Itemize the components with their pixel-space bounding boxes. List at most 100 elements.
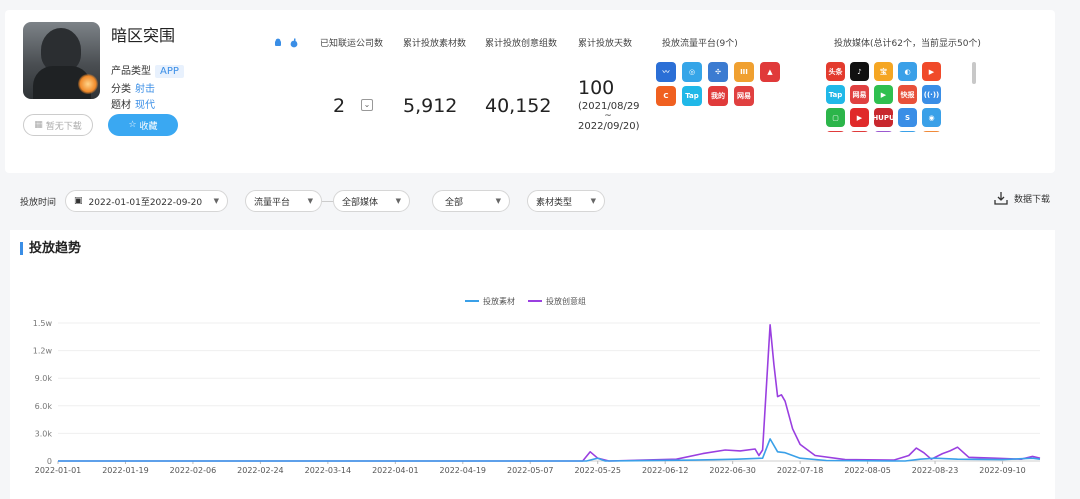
x-tick-label: 2022-02-06 [170,466,217,475]
media-18-icon[interactable] [874,131,893,132]
days-range: (2021/08/29 ~ 2022/09/20) [578,100,640,133]
no-download-button[interactable]: ▦ 暂无下载 [23,114,93,136]
media-12-icon[interactable]: ▶ [850,108,869,127]
x-tick-label: 2022-05-25 [574,466,621,475]
chevron-down-icon: ▼ [495,197,501,205]
y-tick-label: 0 [47,457,52,466]
favorite-button[interactable]: ☆ 收藏 [108,114,178,136]
all-select[interactable]: 全部 ▼ [432,190,510,212]
y-tick-label: 6.0k [35,402,53,411]
media-20-icon[interactable] [922,131,941,132]
date-range-picker[interactable]: ▣ 2022-01-01至2022-09-20 ▼ [65,190,228,212]
x-tick-label: 2022-07-18 [777,466,824,475]
material-count-value: 5,912 [403,95,458,117]
x-tick-label: 2022-03-14 [305,466,352,475]
taptap-icon[interactable]: Tap [826,85,845,104]
partner-count-value: 2 [333,95,346,117]
days-range-sep: ~ [604,111,612,121]
platform-count-label: 投放流量平台(9个) [662,39,738,49]
date-range-value: 2022-01-01至2022-09-20 [88,197,203,208]
days-value: 100 [578,77,615,99]
favorite-label: 收藏 [139,121,158,132]
data-download-button[interactable]: 数据下载 [993,190,1050,206]
series-line [58,324,1041,462]
chevron-down-icon: ▼ [307,197,313,205]
media-19-icon[interactable] [898,131,917,132]
legend-label: 投放素材 [483,296,515,306]
qr-icon: ▦ [34,120,43,130]
media-select-value: 全部媒体 [342,197,379,208]
series-line [58,438,1041,462]
material-count-label: 累计投放素材数 [403,39,467,49]
app-category-value[interactable]: 射击 [135,84,155,95]
media-select[interactable]: 全部媒体 ▼ [333,190,410,212]
y-tick-label: 1.5w [33,319,53,328]
app-name: 暗区突围 [111,26,176,45]
creative-count-label: 累计投放创意组数 [485,39,558,49]
toutiao-icon[interactable]: 头条 [826,62,845,81]
x-tick-label: 2022-04-19 [440,466,487,475]
media-11-icon[interactable]: ▢ [826,108,845,127]
platform-select-value: 流量平台 [254,197,291,208]
media-scrollbar[interactable] [972,62,976,84]
douyin-icon[interactable]: ♪ [850,62,869,81]
platform-7-icon[interactable]: Tap [682,86,702,106]
app-category-row: 分类 射击 [111,80,155,95]
media-10-icon[interactable]: ((·)) [922,85,941,104]
media-icon-grid: 头条 ♪ 宝 ◐ ▶ Tap 网易 ▶ 快报 ((·)) ▢ ▶ HUPU S ◉ [826,62,950,132]
media-count-label: 投放媒体(总计62个，当前显示50个) [834,39,981,49]
x-tick-label: 2022-01-19 [102,466,149,475]
legend-label: 投放创意组 [546,296,586,306]
star-icon: ☆ [128,120,137,130]
app-theme-label: 题材 [111,100,131,111]
media-17-icon[interactable] [850,131,869,132]
apple-icon [290,38,298,48]
chevron-down-icon: ▼ [213,197,219,205]
media-14-icon[interactable]: S [898,108,917,127]
download-icon [994,192,1008,205]
media-8-icon[interactable]: ▶ [874,85,893,104]
x-tick-label: 2022-01-01 [35,466,82,475]
media-15-icon[interactable]: ◉ [922,108,941,127]
material-type-value: 素材类型 [536,197,573,208]
partner-count-label: 已知联运公司数 [320,39,384,49]
app-theme-value[interactable]: 现代 [135,100,155,111]
days-label: 累计投放天数 [578,39,633,49]
x-tick-label: 2022-09-10 [979,466,1026,475]
platform-3-icon[interactable]: ✣ [708,62,728,82]
all-select-value: 全部 [445,197,464,208]
x-tick-label: 2022-05-07 [507,466,554,475]
creative-count-value: 40,152 [485,95,552,117]
app-icon [23,22,100,99]
kuaibao-icon[interactable]: 快报 [898,85,917,104]
platform-select[interactable]: 流量平台 ▼ [245,190,322,212]
x-tick-label: 2022-08-23 [912,466,959,475]
download-label: 数据下载 [1013,194,1050,205]
partner-expand-icon[interactable]: ⌄ [361,99,373,111]
platform-1-icon[interactable]: 〰 [656,62,676,82]
x-tick-label: 2022-06-12 [642,466,689,475]
platform-9-icon[interactable]: 网易 [734,86,754,106]
platform-4-icon[interactable]: III [734,62,754,82]
platform-2-icon[interactable]: ◎ [682,62,702,82]
y-tick-label: 9.0k [35,374,53,383]
app-type-label: 产品类型 [111,66,151,77]
media-5-icon[interactable]: ▶ [922,62,941,81]
material-type-select[interactable]: 素材类型 ▼ [527,190,605,212]
y-tick-label: 3.0k [35,429,53,438]
platform-8-icon[interactable]: 我的 [708,86,728,106]
x-tick-label: 2022-02-24 [237,466,284,475]
media-4-icon[interactable]: ◐ [898,62,917,81]
platform-5-icon[interactable]: ▲ [760,62,780,82]
x-tick-label: 2022-08-05 [844,466,891,475]
trend-chart: 0 3.0k 6.0k 9.0k 1.2w 1.5w 2022-01-01 2022-01-1… [33,296,1041,475]
x-tick-label: 2022-04-01 [372,466,419,475]
platform-6-icon[interactable]: C [656,86,676,106]
platform-icon-grid: 〰 ◎ ✣ III ▲ C Tap 我的 网易 [656,62,782,106]
x-tick-label: 2022-06-30 [709,466,756,475]
netease-icon[interactable]: 网易 [850,85,869,104]
media-16-icon[interactable] [826,131,845,132]
media-3-icon[interactable]: 宝 [874,62,893,81]
no-download-label: 暂无下载 [45,121,82,132]
hupu-icon[interactable]: HUPU [872,108,895,127]
